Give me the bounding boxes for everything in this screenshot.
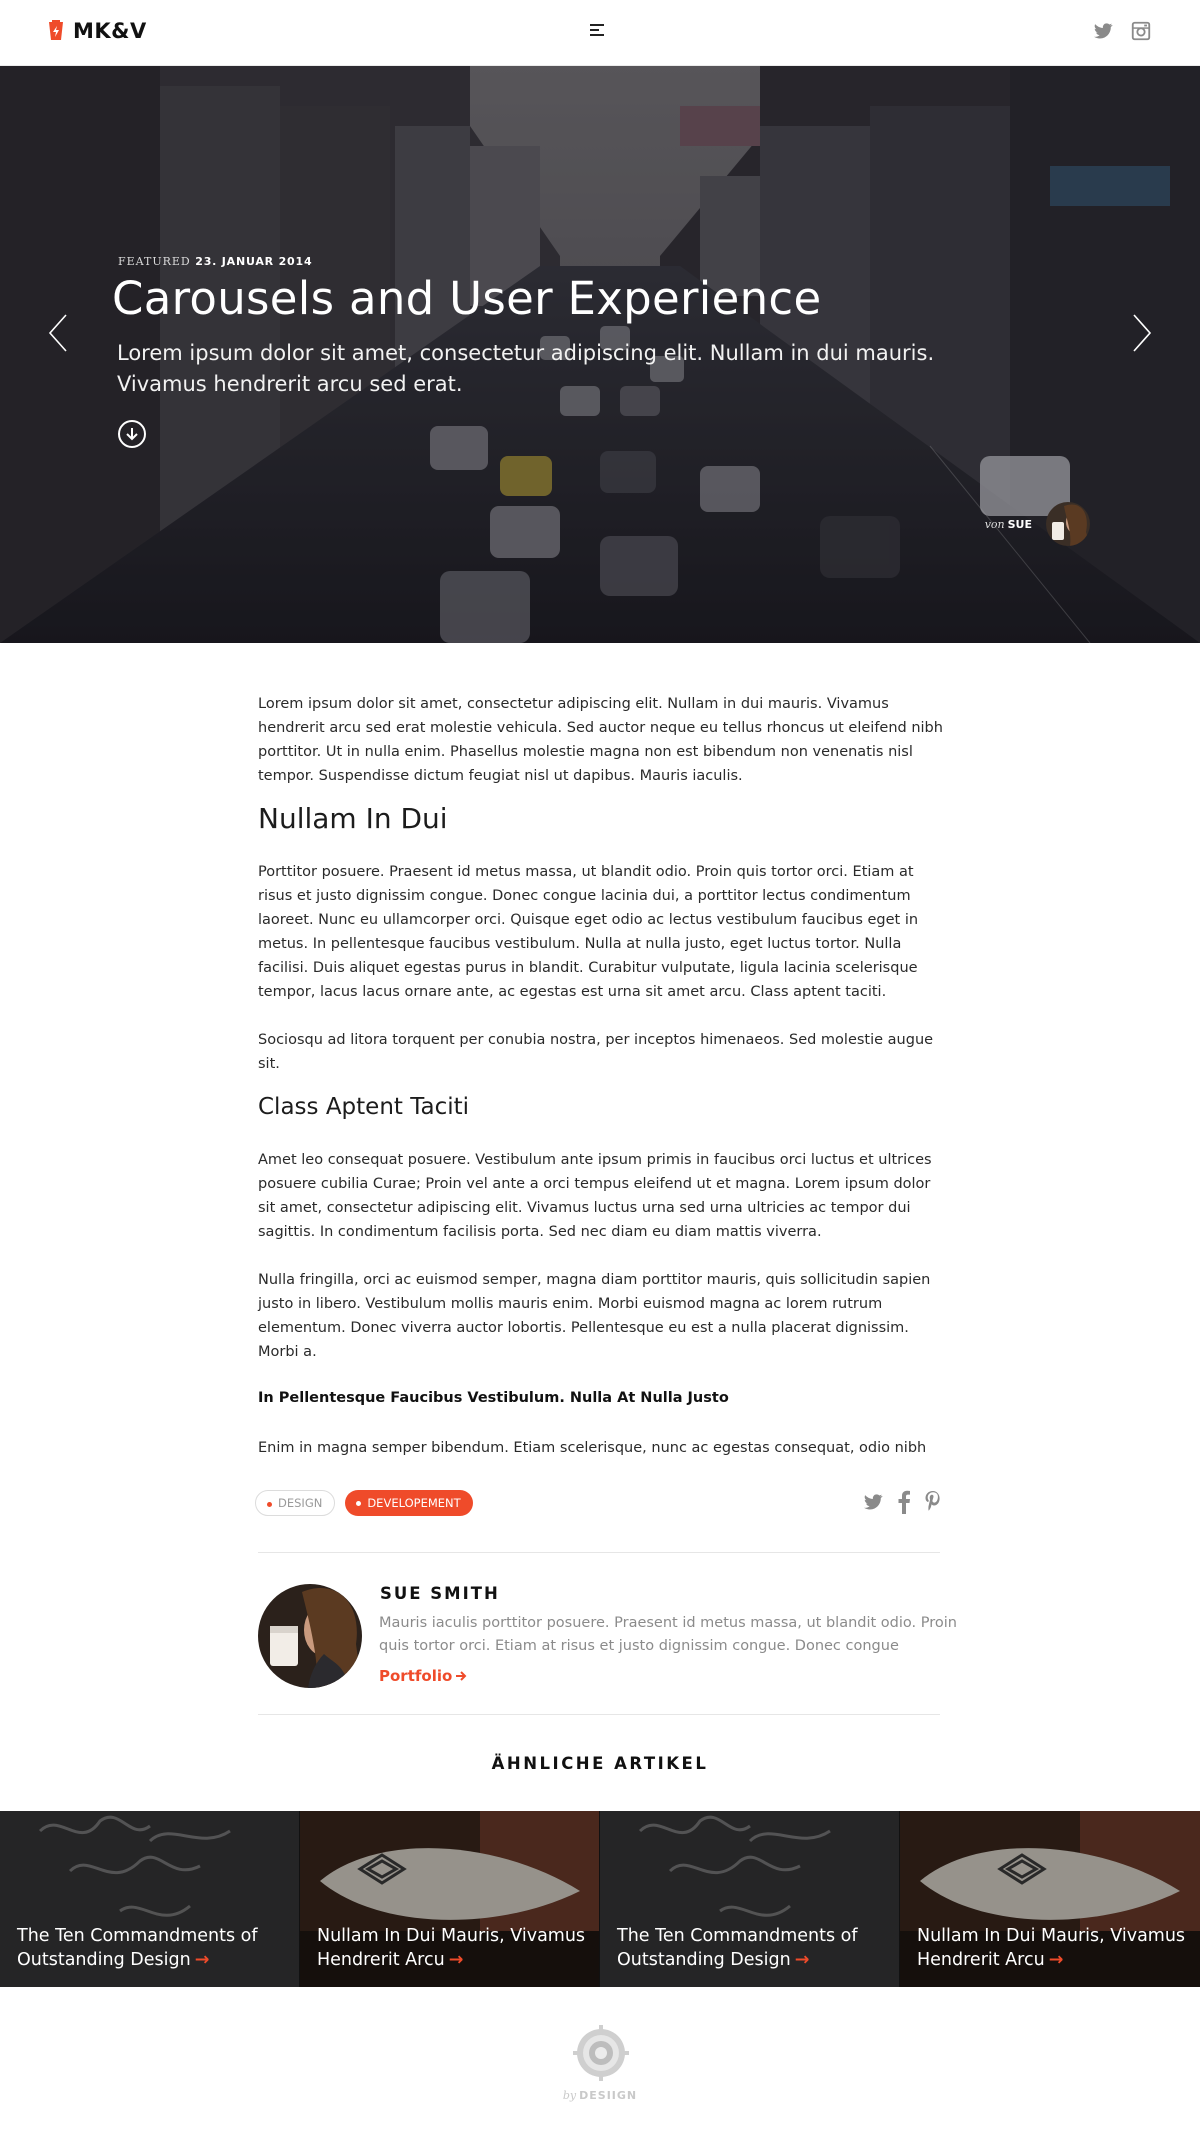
card-title: The Ten Commandments of Outstanding Desi… — [17, 1924, 287, 1972]
menu-bar — [590, 29, 599, 31]
arrow-right-icon — [456, 1671, 467, 1681]
related-card[interactable]: Nullam In Dui Mauris, Vivamus Hendrerit … — [900, 1811, 1200, 1987]
article-paragraph: Sociosqu ad litora torquent per conubia … — [258, 1032, 934, 1072]
section-divider — [258, 1714, 940, 1715]
portfolio-link-label: Portfolio — [379, 1667, 453, 1685]
tag-development[interactable]: DEVELOPEMENT — [345, 1490, 473, 1516]
arrow-down-icon — [126, 428, 138, 441]
instagram-icon[interactable] — [1130, 20, 1152, 42]
twitter-icon[interactable] — [862, 1490, 884, 1514]
tag-list: DESIGN DEVELOPEMENT — [255, 1490, 473, 1516]
author-prefix: von — [984, 517, 1005, 531]
hero-meta: FEATURED 23. JANUAR 2014 — [118, 255, 312, 268]
scroll-down-button[interactable] — [118, 420, 146, 448]
section-divider — [258, 1552, 940, 1553]
author-byline: von SUE — [985, 518, 1032, 531]
author-avatar-large — [258, 1584, 362, 1688]
hero-subtitle: Lorem ipsum dolor sit amet, consectetur … — [117, 341, 935, 396]
footer-by-prefix: by — [562, 2089, 577, 2102]
author-bio: Mauris iaculis porttitor posuere. Praese… — [379, 1615, 957, 1654]
article-paragraph: Enim in magna semper bibendum. Etiam sce… — [258, 1440, 927, 1456]
arrow-right-icon: → — [794, 1950, 810, 1970]
section-heading: Class Aptent Taciti — [258, 1094, 470, 1120]
footer-brand: DESIIGN — [579, 2089, 638, 2102]
article-paragraph: Nulla fringilla, orci ac euismod semper,… — [258, 1272, 931, 1360]
share-links — [862, 1490, 942, 1514]
arrow-right-icon: → — [448, 1950, 464, 1970]
author-box: SUE SMITH Mauris iaculis porttitor posue… — [258, 1584, 958, 1690]
arrow-right-icon: → — [194, 1950, 210, 1970]
author-avatar — [1046, 502, 1090, 546]
twitter-icon[interactable] — [1092, 20, 1114, 42]
menu-bar — [590, 24, 604, 26]
section-heading: Nullam In Dui — [258, 802, 448, 835]
related-articles: The Ten Commandments of Outstanding Desi… — [0, 1811, 1200, 1987]
brand-logo[interactable]: MK&V — [48, 19, 147, 43]
menu-toggle-button[interactable] — [590, 23, 608, 39]
hero-carousel: FEATURED 23. JANUAR 2014 Carousels and U… — [0, 66, 1200, 643]
carousel-prev-arrow-icon[interactable] — [46, 311, 70, 355]
card-title: The Ten Commandments of Outstanding Desi… — [617, 1924, 887, 1972]
featured-label: FEATURED — [118, 255, 191, 268]
portfolio-link[interactable]: Portfolio — [379, 1667, 467, 1685]
hero-title[interactable]: Carousels and User Experience — [112, 272, 821, 325]
footer-credit: by DESIIGN — [0, 2089, 1200, 2102]
author-name-short: SUE — [1007, 517, 1032, 531]
header-social-links — [1092, 20, 1152, 42]
related-articles-title: ÄHNLICHE ARTIKEL — [491, 1754, 709, 1773]
menu-bar — [590, 34, 604, 36]
author-name: SUE SMITH — [380, 1584, 500, 1603]
related-card[interactable]: Nullam In Dui Mauris, Vivamus Hendrerit … — [300, 1811, 600, 1987]
tag-design[interactable]: DESIGN — [255, 1490, 336, 1516]
hero-author[interactable]: von SUE — [985, 502, 1090, 546]
article-intro: Lorem ipsum dolor sit amet, consectetur … — [258, 696, 943, 784]
related-card[interactable]: The Ten Commandments of Outstanding Desi… — [600, 1811, 900, 1987]
brand-name: MK&V — [73, 19, 147, 43]
footer-logo-icon[interactable] — [573, 2025, 629, 2081]
pinterest-icon[interactable] — [924, 1490, 942, 1514]
card-title: Nullam In Dui Mauris, Vivamus Hendrerit … — [917, 1924, 1187, 1972]
site-header: MK&V — [0, 0, 1200, 66]
card-title: Nullam In Dui Mauris, Vivamus Hendrerit … — [317, 1924, 587, 1972]
article-paragraph: Porttitor posuere. Praesent id metus mas… — [258, 864, 919, 1000]
article-paragraph: Amet leo consequat posuere. Vestibulum a… — [258, 1152, 932, 1240]
logo-mark-icon — [49, 20, 63, 40]
card-title-text: The Ten Commandments of Outstanding Desi… — [17, 1926, 258, 1970]
hero-date: 23. JANUAR 2014 — [195, 255, 313, 268]
article-body: Lorem ipsum dolor sit amet, consectetur … — [258, 692, 946, 1472]
card-title-text: The Ten Commandments of Outstanding Desi… — [617, 1926, 858, 1970]
facebook-icon[interactable] — [896, 1490, 912, 1514]
related-card[interactable]: The Ten Commandments of Outstanding Desi… — [0, 1811, 300, 1987]
article-bold-line: In Pellentesque Faucibus Vestibulum. Nul… — [258, 1390, 729, 1406]
carousel-next-arrow-icon[interactable] — [1130, 311, 1154, 355]
arrow-right-icon: → — [1048, 1950, 1064, 1970]
